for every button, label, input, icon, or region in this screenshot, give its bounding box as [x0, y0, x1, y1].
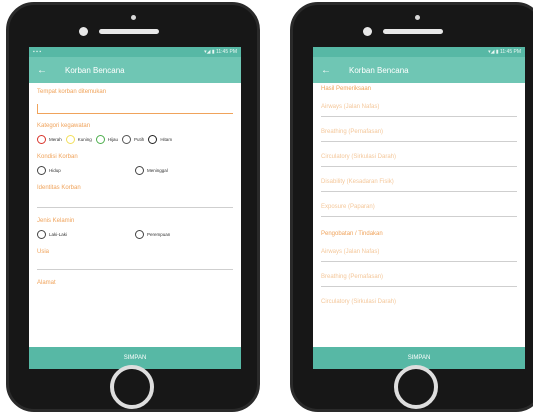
sensor-dot — [131, 15, 136, 20]
radio-label: Kuning — [77, 137, 92, 142]
radio-option-merah[interactable]: Merah — [37, 135, 62, 144]
status-notifications: ▪ ▪ ▪ — [33, 49, 42, 55]
usia-label: Usia — [37, 249, 50, 255]
breathing-field[interactable]: Breathing (Pernafasan) — [321, 129, 517, 135]
radio-label: Hitam — [160, 137, 173, 142]
identitas-label: Identitas Korban — [37, 185, 81, 191]
circulatory-field[interactable]: Circulatory (Sirkulasi Darah) — [321, 154, 517, 160]
radio-label: Hidup — [49, 168, 61, 173]
radio-circle-icon[interactable] — [37, 135, 46, 144]
front-camera — [363, 27, 372, 36]
radio-label: Perempuan — [147, 232, 171, 237]
radio-option-putih[interactable]: Putih — [122, 135, 144, 144]
pengobatan-section-label: Pengobatan / Tindakan — [321, 231, 383, 237]
home-button[interactable] — [110, 365, 154, 409]
status-system: ▾◢ ▮ 11:45 PM — [488, 49, 521, 55]
radio-circle-icon[interactable] — [37, 230, 46, 239]
exposure-field[interactable]: Exposure (Paparan) — [321, 204, 517, 210]
radio-label: Meninggal — [147, 168, 168, 173]
tindakan-circulatory-field[interactable]: Circulatory (Sirkulasi Darah) — [321, 299, 517, 305]
app-bar: ← Korban Bencana — [313, 57, 525, 83]
radio-option-hitam[interactable]: Hitam — [148, 135, 172, 144]
sensor-dot — [415, 15, 420, 20]
radio-circle-icon[interactable] — [122, 135, 132, 144]
radio-label: Hijau — [107, 137, 119, 142]
radio-circle-icon[interactable] — [148, 135, 158, 144]
radio-option-hijau[interactable]: Hijau — [95, 135, 119, 144]
alamat-label: Alamat — [37, 280, 56, 286]
gender-radio-group: Laki-Laki Perempuan — [37, 230, 233, 239]
kondisi-radio-group: Hidup Meninggal — [37, 166, 233, 175]
field-underline — [321, 141, 517, 142]
earpiece-speaker — [99, 29, 159, 34]
app-bar: ← Korban Bencana — [29, 57, 241, 83]
form-content: Tempat korban ditemukan Kategori kegawat… — [29, 83, 241, 292]
page-title: Korban Bencana — [65, 65, 125, 75]
back-arrow-icon[interactable]: ← — [321, 65, 341, 76]
home-button[interactable] — [394, 365, 438, 409]
page-title: Korban Bencana — [349, 65, 409, 75]
radio-option-meninggal[interactable]: Meninggal — [135, 166, 229, 175]
airways-field[interactable]: Airways (Jalan Nafas) — [321, 104, 517, 110]
field-underline — [321, 261, 517, 262]
app-screen-left: ▪ ▪ ▪ ▾◢ ▮ 11:45 PM ← Korban Bencana Tem… — [29, 47, 241, 369]
text-cursor — [37, 104, 38, 113]
disability-field[interactable]: Disability (Kesadaran Fisik) — [321, 179, 517, 185]
field-underline — [321, 216, 517, 217]
radio-label: Laki-Laki — [49, 232, 68, 237]
tempat-label: Tempat korban ditemukan — [37, 89, 107, 95]
earpiece-speaker — [383, 29, 443, 34]
radio-circle-icon[interactable] — [37, 166, 46, 175]
usia-input[interactable] — [37, 269, 233, 270]
tempat-input[interactable] — [37, 103, 233, 114]
app-screen-right: ▾◢ ▮ 11:45 PM ← Korban Bencana Hasil Pem… — [313, 47, 525, 369]
kategori-label: Kategori kegawatan — [37, 123, 91, 129]
status-system: ▾◢ ▮ 11:45 PM — [204, 49, 237, 55]
back-arrow-icon[interactable]: ← — [37, 65, 57, 76]
radio-circle-icon[interactable] — [65, 135, 75, 144]
hasil-section-label: Hasil Pemeriksaan — [321, 86, 372, 92]
radio-circle-icon[interactable] — [135, 230, 144, 239]
phone-frame-left: ▪ ▪ ▪ ▾◢ ▮ 11:45 PM ← Korban Bencana Tem… — [6, 2, 260, 412]
kondisi-label: Kondisi Korban — [37, 154, 78, 160]
jenis-kelamin-label: Jenis Kelamin — [37, 218, 75, 224]
tindakan-breathing-field[interactable]: Breathing (Pernafasan) — [321, 274, 517, 280]
tindakan-airways-field[interactable]: Airways (Jalan Nafas) — [321, 249, 517, 255]
front-camera — [79, 27, 88, 36]
field-underline — [321, 116, 517, 117]
radio-option-perempuan[interactable]: Perempuan — [135, 230, 229, 239]
phone-frame-right: ▾◢ ▮ 11:45 PM ← Korban Bencana Hasil Pem… — [290, 2, 533, 412]
radio-circle-icon[interactable] — [135, 166, 144, 175]
identitas-input[interactable] — [37, 207, 233, 208]
radio-label: Merah — [49, 137, 62, 142]
radio-option-kuning[interactable]: Kuning — [65, 135, 92, 144]
radio-label: Putih — [134, 137, 145, 142]
radio-option-laki-laki[interactable]: Laki-Laki — [37, 230, 131, 239]
kategori-radio-group: Merah Kuning Hijau Putih Hitam — [37, 135, 233, 144]
field-underline — [321, 286, 517, 287]
radio-circle-icon[interactable] — [95, 135, 105, 144]
field-underline — [321, 166, 517, 167]
radio-option-hidup[interactable]: Hidup — [37, 166, 131, 175]
form-content: Hasil Pemeriksaan Airways (Jalan Nafas) … — [313, 83, 525, 311]
status-bar: ▪ ▪ ▪ ▾◢ ▮ 11:45 PM — [29, 47, 241, 57]
field-underline — [321, 191, 517, 192]
status-bar: ▾◢ ▮ 11:45 PM — [313, 47, 525, 57]
